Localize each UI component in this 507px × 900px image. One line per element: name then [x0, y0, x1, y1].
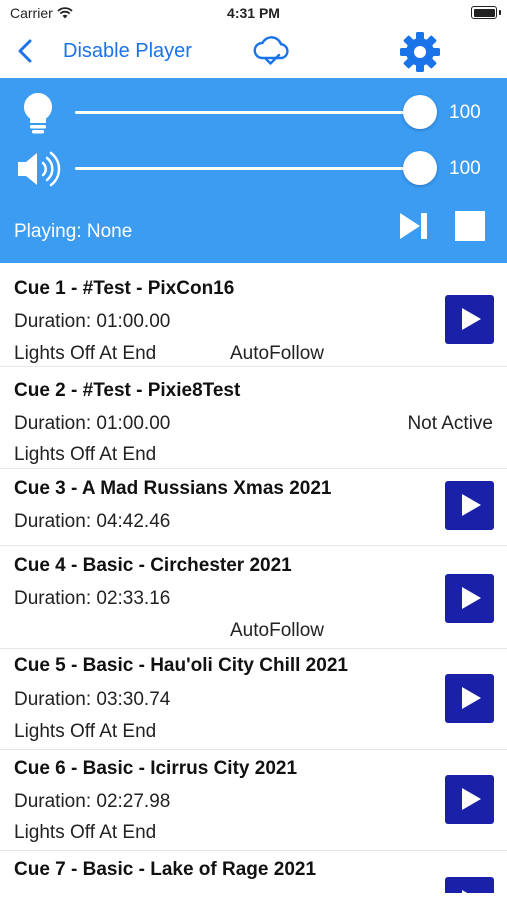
- brightness-slider-thumb[interactable]: [403, 95, 437, 129]
- cue-duration: Duration: 01:00.00: [14, 413, 171, 434]
- cue-duration: Duration: 02:33.16: [14, 588, 171, 609]
- speaker-icon: [18, 151, 61, 187]
- disable-player-button[interactable]: Disable Player: [63, 40, 192, 63]
- cue-title: Cue 3 - A Mad Russians Xmas 2021: [14, 478, 332, 499]
- cue-lights-off: Lights Off At End: [14, 822, 157, 843]
- cue-row[interactable]: Cue 1 - #Test - PixCon16 Duration: 01:00…: [0, 263, 507, 367]
- stop-icon[interactable]: [455, 211, 485, 241]
- chevron-left-icon[interactable]: [12, 36, 52, 66]
- cue-title: Cue 5 - Basic - Hau'oli City Chill 2021: [14, 655, 348, 676]
- cue-list: Cue 1 - #Test - PixCon16 Duration: 01:00…: [0, 263, 507, 893]
- cue-title: Cue 4 - Basic - Circhester 2021: [14, 555, 292, 576]
- battery-tip: [499, 10, 501, 15]
- cue-duration: Duration: 04:42.46: [14, 511, 171, 532]
- cue-title: Cue 7 - Basic - Lake of Rage 2021: [14, 859, 317, 880]
- cue-row[interactable]: Cue 6 - Basic - Icirrus City 2021 Durati…: [0, 750, 507, 851]
- cloud-check-icon[interactable]: [251, 32, 293, 68]
- play-cue-button[interactable]: [445, 877, 494, 893]
- cue-lights-off: Lights Off At End: [14, 343, 157, 364]
- cue-autofollow: AutoFollow: [230, 343, 324, 364]
- cue-lights-off: Lights Off At End: [14, 721, 157, 742]
- player-control-panel: 100 100 Playing: None: [0, 78, 507, 263]
- play-cue-button[interactable]: [445, 295, 494, 344]
- cue-title: Cue 6 - Basic - Icirrus City 2021: [14, 758, 298, 779]
- skip-forward-icon[interactable]: [398, 210, 430, 242]
- status-time: 4:31 PM: [227, 5, 280, 21]
- cue-row[interactable]: Cue 2 - #Test - Pixie8Test Duration: 01:…: [0, 367, 507, 469]
- brightness-row: 100: [0, 88, 507, 138]
- brightness-slider-track[interactable]: [75, 111, 420, 114]
- cue-autofollow: AutoFollow: [230, 620, 324, 641]
- play-cue-button[interactable]: [445, 674, 494, 723]
- nav-bar: Disable Player: [0, 26, 507, 76]
- gear-icon[interactable]: [398, 31, 442, 73]
- status-bar: Carrier 4:31 PM: [0, 0, 507, 26]
- now-playing-label: Playing: None: [14, 221, 133, 242]
- volume-slider-thumb[interactable]: [403, 151, 437, 185]
- cue-duration: Duration: 02:27.98: [14, 791, 171, 812]
- volume-row: 100: [0, 144, 507, 194]
- play-cue-button[interactable]: [445, 481, 494, 530]
- cue-row[interactable]: Cue 3 - A Mad Russians Xmas 2021 Duratio…: [0, 469, 507, 546]
- list-bottom-edge: [0, 893, 507, 900]
- cue-status: Not Active: [407, 413, 493, 434]
- lightbulb-icon: [23, 92, 53, 134]
- play-cue-button[interactable]: [445, 574, 494, 623]
- cue-row[interactable]: Cue 5 - Basic - Hau'oli City Chill 2021 …: [0, 649, 507, 750]
- volume-slider-track[interactable]: [75, 167, 420, 170]
- cue-duration: Duration: 01:00.00: [14, 311, 171, 332]
- cue-duration: Duration: 03:30.74: [14, 689, 171, 710]
- play-cue-button[interactable]: [445, 775, 494, 824]
- volume-value: 100: [449, 158, 481, 179]
- cue-title: Cue 1 - #Test - PixCon16: [14, 278, 235, 299]
- cue-row[interactable]: Cue 7 - Basic - Lake of Rage 2021: [0, 851, 507, 893]
- brightness-value: 100: [449, 102, 481, 123]
- cue-title: Cue 2 - #Test - Pixie8Test: [14, 380, 241, 401]
- cue-lights-off: Lights Off At End: [14, 444, 157, 465]
- battery-icon: [471, 6, 497, 19]
- cue-row[interactable]: Cue 4 - Basic - Circhester 2021 Duration…: [0, 546, 507, 649]
